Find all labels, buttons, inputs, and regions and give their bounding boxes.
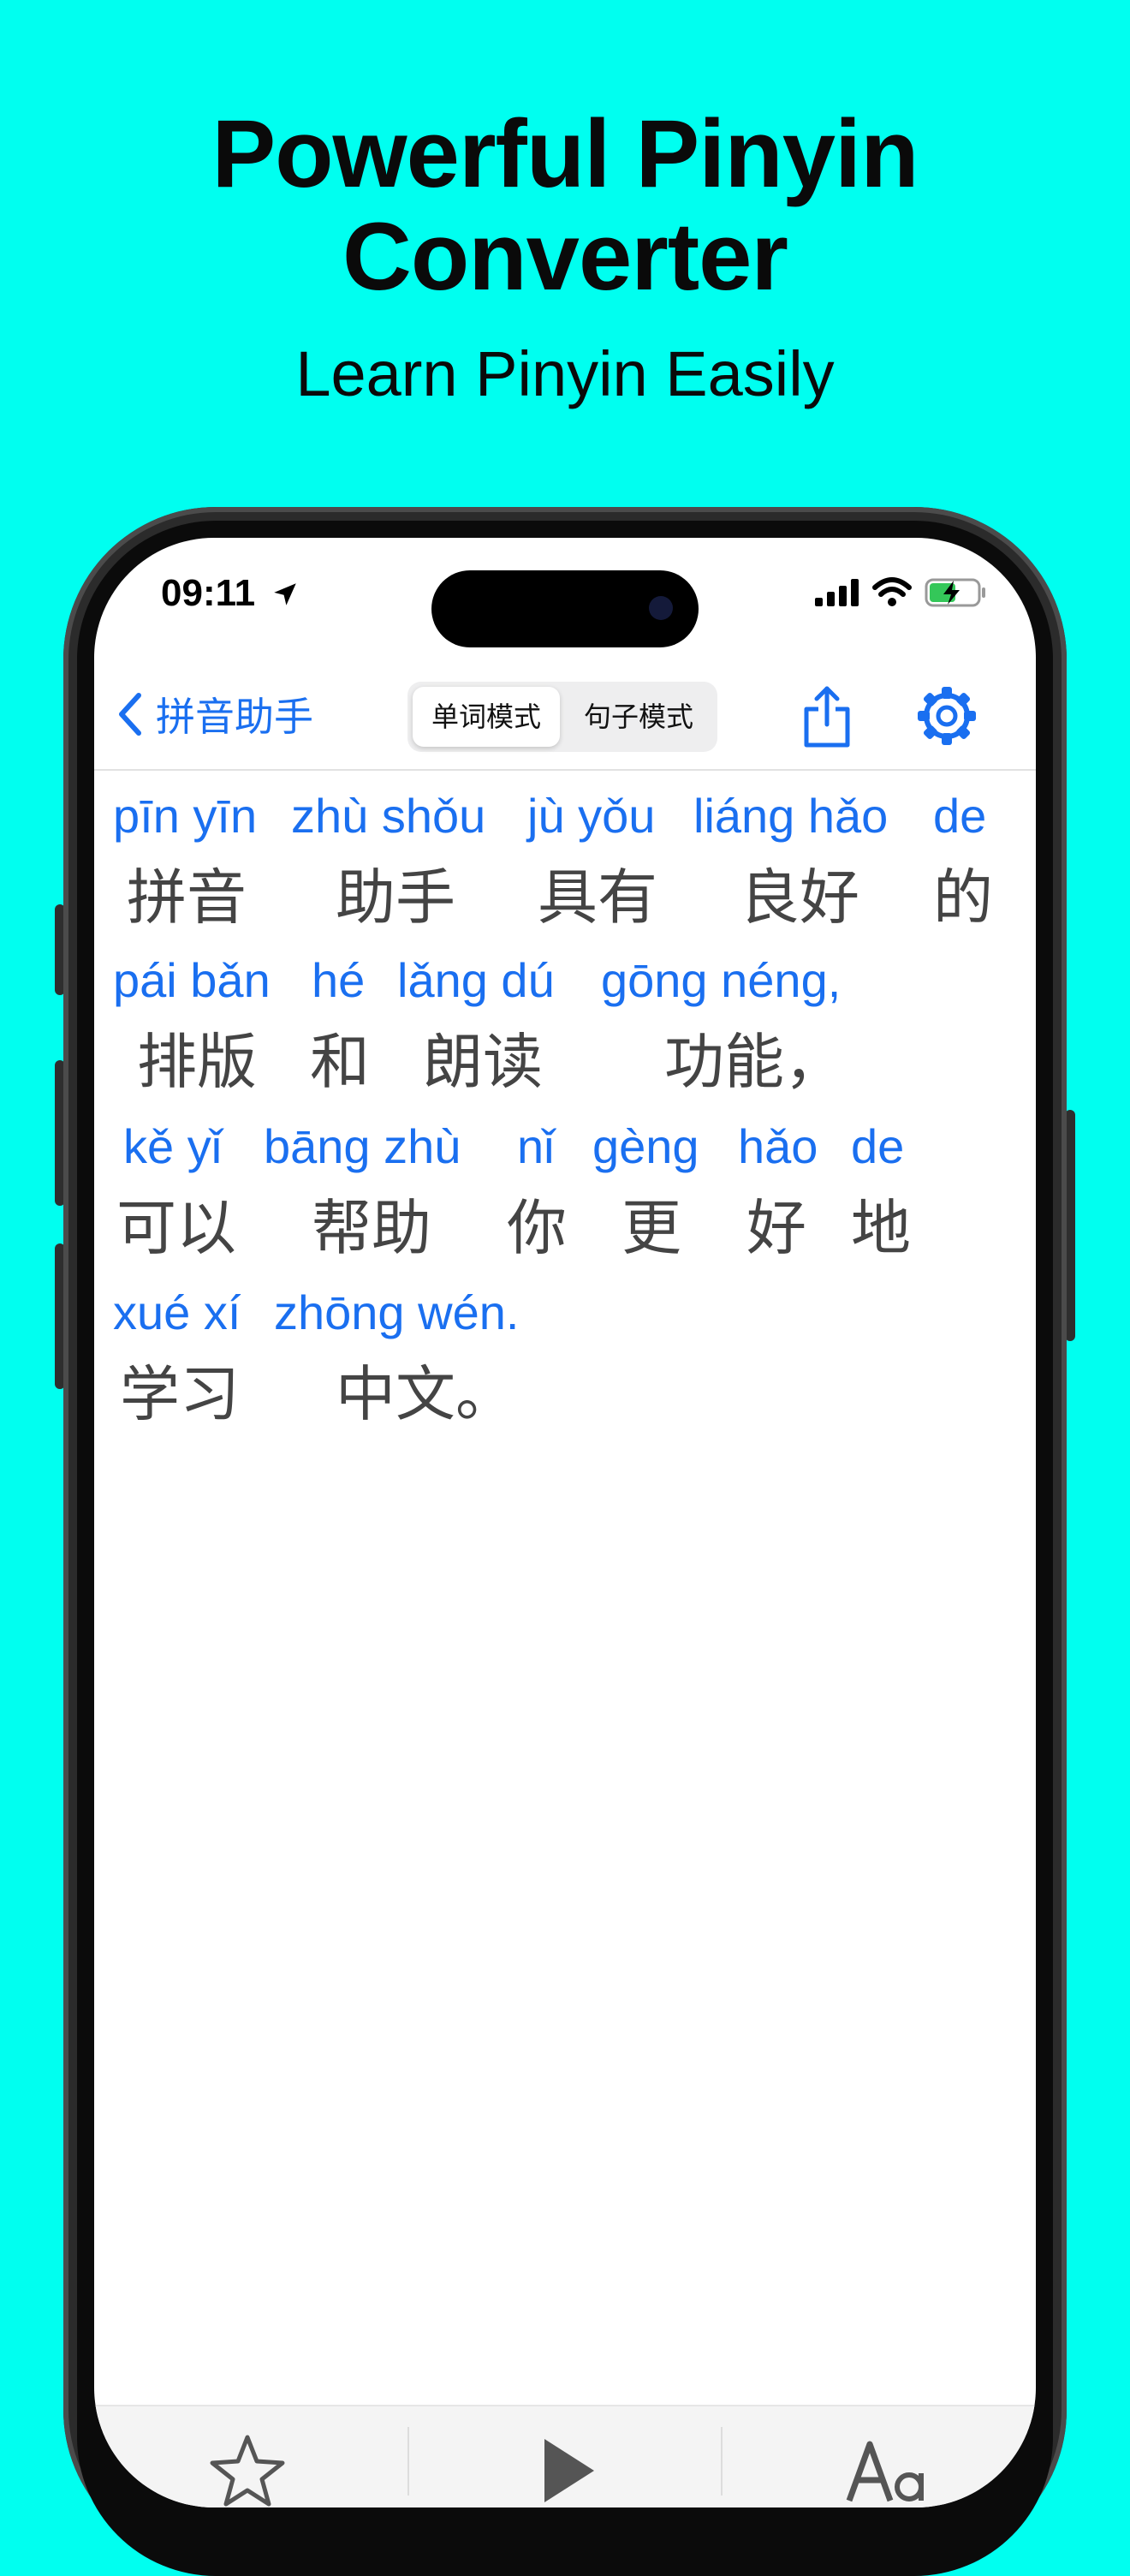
back-button-label: 拼音助手 <box>156 695 313 739</box>
hanzi-word[interactable]: 助手 <box>336 850 455 936</box>
hanzi-word[interactable]: 你 <box>507 1180 567 1267</box>
share-icon <box>804 686 850 748</box>
pinyin-word[interactable]: bāng zhù <box>264 1118 461 1174</box>
status-time: 09:11 <box>161 572 300 615</box>
segment-sentence-mode[interactable]: 句子模式 <box>565 687 712 747</box>
pinyin-word[interactable]: gōng néng, <box>601 952 841 1008</box>
pinyin-word[interactable]: zhōng wén. <box>274 1285 519 1340</box>
hanzi-word[interactable]: 好 <box>746 1180 806 1267</box>
hanzi-word[interactable]: 良好 <box>740 850 859 936</box>
play-button[interactable] <box>532 2432 601 2507</box>
navigation-bar: 拼音助手 单词模式 句子模式 <box>94 658 1036 771</box>
pinyin-word[interactable]: de <box>851 1118 904 1174</box>
back-button[interactable]: 拼音助手 <box>116 689 313 740</box>
pinyin-word[interactable]: nǐ <box>517 1118 555 1174</box>
hero-subtitle: Learn Pinyin Easily <box>295 338 835 409</box>
pinyin-word[interactable]: gèng <box>592 1118 699 1174</box>
pinyin-word[interactable]: kě yǐ <box>123 1118 222 1174</box>
hanzi-word[interactable]: 排版 <box>137 1014 257 1100</box>
battery-charging-icon <box>925 578 985 607</box>
pinyin-word[interactable]: pīn yīn <box>113 788 257 844</box>
pinyin-word[interactable]: hǎo <box>738 1118 818 1174</box>
pinyin-word[interactable]: jù yǒu <box>527 788 655 844</box>
pinyin-word[interactable]: hé <box>312 952 365 1008</box>
wifi-icon <box>872 577 912 606</box>
hanzi-word[interactable]: 学习 <box>120 1346 240 1433</box>
pinyin-word[interactable]: pái bǎn <box>113 952 271 1008</box>
hanzi-word[interactable]: 朗读 <box>423 1014 543 1100</box>
dynamic-island <box>431 570 699 647</box>
camera-icon <box>649 596 673 620</box>
hanzi-word[interactable]: 拼音 <box>127 850 247 936</box>
share-button[interactable] <box>794 683 859 748</box>
hanzi-word[interactable]: 具有 <box>538 850 657 936</box>
hanzi-word[interactable]: 更 <box>622 1180 681 1267</box>
font-size-button[interactable] <box>844 2432 930 2507</box>
pinyin-word[interactable]: liáng hǎo <box>693 788 888 844</box>
bottom-toolbar <box>94 2405 1036 2507</box>
font-size-icon <box>846 2441 924 2502</box>
mode-segmented-control: 单词模式 句子模式 <box>407 682 717 752</box>
pinyin-word[interactable]: zhù shǒu <box>291 788 485 844</box>
pinyin-word[interactable]: lǎng dú <box>397 952 555 1008</box>
pinyin-word[interactable]: de <box>933 788 986 844</box>
hanzi-word[interactable]: 和 <box>310 1014 370 1100</box>
chevron-left-icon <box>119 693 141 736</box>
gear-icon <box>918 687 976 745</box>
favorite-button[interactable] <box>209 2432 286 2507</box>
hanzi-word[interactable]: 功能， <box>664 1014 844 1100</box>
hanzi-word[interactable]: 的 <box>933 850 993 936</box>
location-arrow-icon <box>274 583 297 605</box>
settings-button[interactable] <box>914 683 979 748</box>
star-icon <box>210 2435 285 2507</box>
play-icon <box>544 2439 594 2502</box>
hanzi-word[interactable]: 可以 <box>116 1180 236 1267</box>
hanzi-word[interactable]: 帮助 <box>312 1180 431 1267</box>
hanzi-word[interactable]: 中文。 <box>336 1346 515 1433</box>
toolbar-divider <box>721 2427 723 2496</box>
toolbar-divider <box>407 2427 409 2496</box>
hanzi-word[interactable]: 地 <box>851 1180 911 1267</box>
phone-screen: 09:11 拼音助手 单词模式 句子模式 pīn yīn 拼音 zhù shǒu… <box>94 538 1036 2507</box>
pinyin-word[interactable]: xué xí <box>113 1285 241 1340</box>
cellular-signal-icon <box>815 579 859 606</box>
hero-title: Powerful Pinyin Converter <box>211 100 919 310</box>
segment-word-mode[interactable]: 单词模式 <box>413 687 560 747</box>
